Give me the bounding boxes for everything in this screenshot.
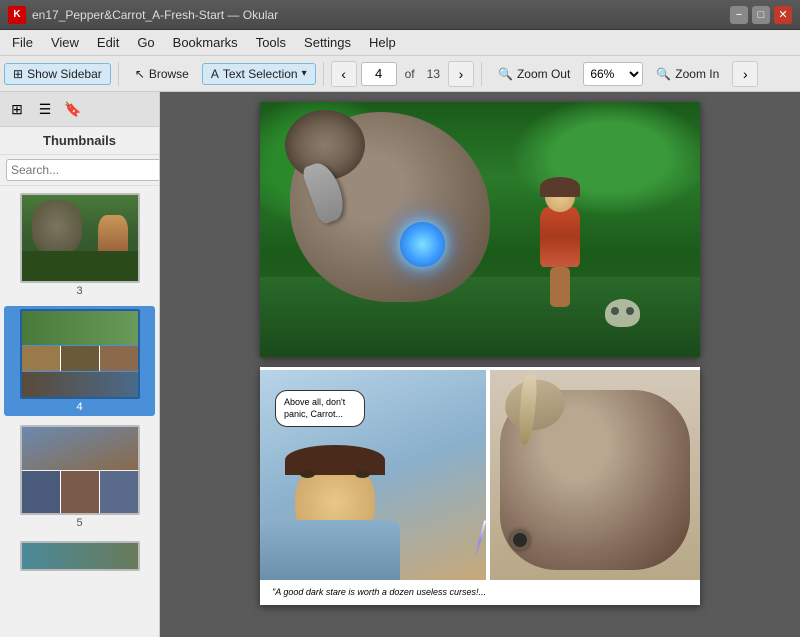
sidebar-title: Thumbnails [0,127,159,155]
caption-text: "A good dark stare is worth a dozen usel… [272,587,486,597]
sidebar-icon: ⊞ [13,67,23,81]
skull-eye1 [611,307,619,315]
text-selection-dropdown-icon: ▾ [302,68,307,79]
document-area[interactable]: Above all, don't panic, Carrot... "A goo… [160,92,800,637]
sidebar-tab-thumbnails[interactable]: ⊞ [4,96,30,122]
thumb5-top-panel [22,427,138,470]
thumb5-bot-panel [22,471,138,514]
thumbnail-page-5[interactable]: 5 [4,422,155,532]
creature-eye-closeup [510,530,530,550]
char-body [540,207,580,267]
next-page-button[interactable]: › [448,61,474,87]
zoom-out-label: Zoom Out [517,67,570,81]
left-panel: Above all, don't panic, Carrot... [260,370,490,580]
char-hair [540,177,580,197]
thumbnail-4-image [20,309,140,399]
window-controls: − □ ✕ [730,6,792,24]
sidebar: ⊞ ☰ 🔖 Thumbnails ▽ 3 [0,92,160,637]
sidebar-tab-toc[interactable]: ☰ [32,96,58,122]
thumbnail-3-number: 3 [76,285,82,297]
menu-file[interactable]: File [4,33,41,52]
char-head [545,182,575,212]
caption-area: "A good dark stare is worth a dozen usel… [260,577,700,605]
menubar: File View Edit Go Bookmarks Tools Settin… [0,30,800,56]
show-sidebar-label: Show Sidebar [27,67,102,81]
page-of-label: of [401,67,419,81]
skull-eye2 [626,307,634,315]
girl-eye2 [355,470,370,478]
main-content: ⊞ ☰ 🔖 Thumbnails ▽ 3 [0,92,800,637]
page-total-label: 13 [423,67,444,81]
browse-icon: ↖ [135,67,145,81]
titlebar-left: K en17_Pepper&Carrot_A-Fresh-Start — Oku… [8,6,278,24]
show-sidebar-button[interactable]: ⊞ Show Sidebar [4,63,111,85]
sidebar-search-area: ▽ [0,155,159,186]
right-panel [490,370,700,580]
thumbnail-4-number: 4 [76,401,82,413]
thumb4-bot-panel [22,372,138,397]
thumbnail-page-3[interactable]: 3 [4,190,155,300]
close-button[interactable]: ✕ [774,6,792,24]
zoom-in-icon: 🔍 [656,67,671,81]
page-top-container [260,102,700,357]
toolbar: ⊞ Show Sidebar ↖ Browse A Text Selection… [0,56,800,92]
minimize-button[interactable]: − [730,6,748,24]
menu-settings[interactable]: Settings [296,33,359,52]
girl-eye1 [300,470,315,478]
thumb4-top-panel [22,311,138,345]
zoom-out-button[interactable]: 🔍 Zoom Out [489,63,579,85]
sidebar-tab-bookmarks[interactable]: 🔖 [60,96,86,122]
thumbnail-page-4[interactable]: 4 [4,306,155,416]
browse-button[interactable]: ↖ Browse [126,63,198,85]
girl-hair-top [285,445,385,475]
window-title: en17_Pepper&Carrot_A-Fresh-Start — Okula… [32,8,278,22]
speech-bubble-text: Above all, don't panic, Carrot... [284,397,345,419]
prev-page-button[interactable]: ‹ [331,61,357,87]
search-input[interactable] [6,159,160,181]
text-selection-icon: A [211,67,219,81]
zoom-out-icon: 🔍 [498,67,513,81]
app-logo: K [8,6,26,24]
zoom-level-select[interactable]: 66% 75% 100% 125% 150% [583,62,643,86]
menu-bookmarks[interactable]: Bookmarks [165,33,246,52]
zoom-in-button[interactable]: 🔍 Zoom In [647,63,728,85]
text-selection-button[interactable]: A Text Selection ▾ [202,63,316,85]
bottom-panels: Above all, don't panic, Carrot... [260,367,700,577]
thumb4-mid-panel [22,346,138,371]
menu-tools[interactable]: Tools [248,33,294,52]
thumbnail-5-image [20,425,140,515]
menu-view[interactable]: View [43,33,87,52]
zoom-in-label: Zoom In [675,67,719,81]
text-selection-label: Text Selection [223,67,298,81]
orb [400,222,445,267]
menu-edit[interactable]: Edit [89,33,127,52]
character [520,182,600,312]
page-number-input[interactable] [361,62,397,86]
titlebar: K en17_Pepper&Carrot_A-Fresh-Start — Oku… [0,0,800,30]
girl-shoulders [260,520,400,580]
lightning [474,520,486,559]
thumbnails-list: 3 4 [0,186,159,637]
logo-letter: K [13,9,20,20]
browse-label: Browse [149,67,189,81]
thumbnail-3-image [20,193,140,283]
skull [605,299,640,327]
menu-go[interactable]: Go [129,33,162,52]
separator-1 [118,62,119,86]
thumbnail-page-6-partial[interactable] [4,538,155,574]
separator-2 [323,62,324,86]
separator-3 [481,62,482,86]
char-legs [550,267,570,307]
page-bottom-container: Above all, don't panic, Carrot... "A goo… [260,367,700,605]
maximize-button[interactable]: □ [752,6,770,24]
sidebar-tabs: ⊞ ☰ 🔖 [0,92,159,127]
jungle-illustration [260,102,700,357]
more-tools-button[interactable]: › [732,61,758,87]
speech-bubble: Above all, don't panic, Carrot... [275,390,365,427]
thumbnail-5-number: 5 [76,517,82,529]
menu-help[interactable]: Help [361,33,404,52]
